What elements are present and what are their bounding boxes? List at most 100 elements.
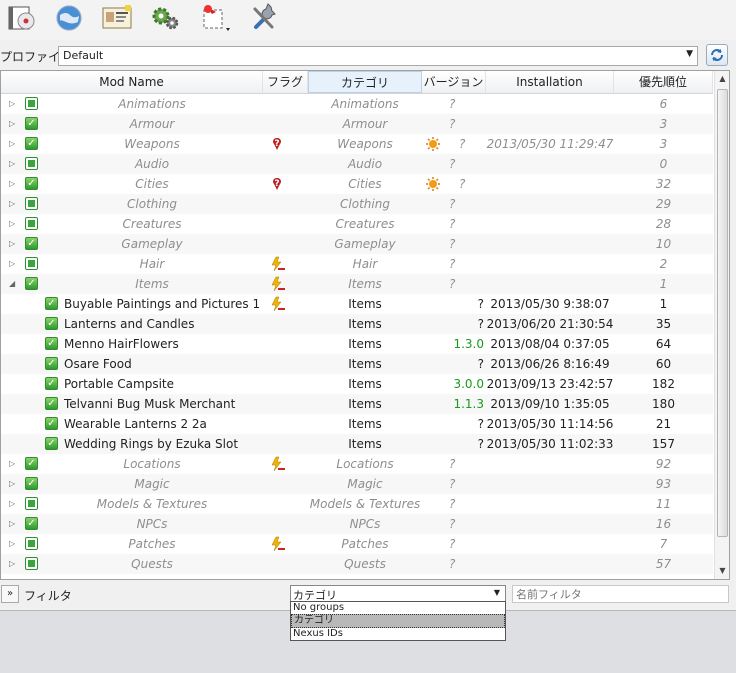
group-by-option[interactable]: No groups (291, 602, 505, 614)
scroll-thumb[interactable] (717, 89, 728, 537)
name-filter-field[interactable] (512, 585, 729, 603)
enable-checkbox[interactable]: ✓ (25, 457, 38, 470)
enable-checkbox[interactable] (25, 157, 38, 170)
enable-checkbox[interactable] (25, 97, 38, 110)
category-group-row[interactable]: ▷ ✓ Gameplay Gameplay? 10 (1, 234, 713, 254)
category-group-row[interactable]: ▷ Clothing Clothing? 29 (1, 194, 713, 214)
enable-checkbox[interactable]: ✓ (45, 297, 58, 310)
enable-checkbox[interactable] (25, 497, 38, 510)
scroll-up-arrow-icon[interactable]: ▲ (715, 71, 729, 87)
expand-arrow-icon[interactable]: ▷ (9, 154, 19, 174)
enable-checkbox[interactable]: ✓ (25, 277, 38, 290)
vertical-scrollbar[interactable]: ▲ ▼ (714, 71, 729, 579)
enable-checkbox[interactable]: ✓ (25, 137, 38, 150)
category-group-row[interactable]: ▷ ✓ Locations Locations? 92 (1, 454, 713, 474)
category-group-row[interactable]: ▷ ✓ Weapons? Weapons? 2013/05/30 11:29:47 3 (1, 134, 713, 154)
expand-arrow-icon[interactable]: ▷ (9, 94, 19, 114)
expand-filter-button[interactable]: » (1, 585, 19, 603)
group-by-option[interactable]: カテゴリ (291, 614, 505, 628)
category-group-row[interactable]: ▷ ✓ Cities? Cities? 32 (1, 174, 713, 194)
expand-arrow-icon[interactable]: ▷ (9, 254, 19, 274)
update-sun-icon[interactable] (425, 176, 441, 192)
expand-arrow-icon[interactable]: ▷ (9, 534, 19, 554)
toolbar (0, 0, 736, 40)
category-group-row[interactable]: ▷ ✓ NPCs NPCs? 16 (1, 514, 713, 534)
mod-row[interactable]: ✓ Telvanni Bug Musk Merchant Items 1.1.3 201… (1, 394, 713, 414)
update-sun-icon[interactable] (425, 136, 441, 152)
expand-arrow-icon[interactable]: ▷ (9, 554, 19, 574)
expand-arrow-icon[interactable]: ▷ (9, 134, 19, 154)
gears-icon[interactable] (148, 2, 182, 34)
enable-checkbox[interactable]: ✓ (25, 177, 38, 190)
mod-row[interactable]: ✓ Lanterns and Candles Items? 2013/06/20 21… (1, 314, 713, 334)
enable-checkbox[interactable]: ✓ (45, 337, 58, 350)
category-group-row[interactable]: ▷ Hair Hair? 2 (1, 254, 713, 274)
mod-row[interactable]: ✓ Portable Campsite Items 3.0.0 2013/09/13 2… (1, 374, 713, 394)
enable-checkbox[interactable] (25, 197, 38, 210)
scroll-down-arrow-icon[interactable]: ▼ (715, 563, 729, 579)
alert-flag-icon[interactable]: ? (269, 176, 285, 192)
category-group-row[interactable]: ▷ ✓ Armour Armour? 3 (1, 114, 713, 134)
column-flag[interactable]: フラグ (263, 71, 308, 93)
expand-arrow-icon[interactable]: ▷ (9, 454, 19, 474)
enable-checkbox[interactable]: ✓ (25, 237, 38, 250)
expand-arrow-icon[interactable]: ▷ (9, 114, 19, 134)
expand-arrow-icon[interactable]: ▷ (9, 174, 19, 194)
install-disk-icon[interactable] (4, 2, 38, 34)
mod-row[interactable]: ✓ Osare Food Items? 2013/06/26 8:16:49 60 (1, 354, 713, 374)
profile-dropdown[interactable]: Default ▼ (58, 46, 698, 66)
expand-arrow-icon[interactable]: ▷ (9, 474, 19, 494)
enable-checkbox[interactable] (25, 257, 38, 270)
enable-checkbox[interactable]: ✓ (45, 377, 58, 390)
enable-checkbox[interactable] (25, 537, 38, 550)
enable-checkbox[interactable]: ✓ (45, 357, 58, 370)
category-group-row[interactable]: ▷ Quests Quests? 57 (1, 554, 713, 574)
enable-checkbox[interactable]: ✓ (25, 477, 38, 490)
expand-arrow-icon[interactable]: ▷ (9, 194, 19, 214)
enable-checkbox[interactable] (25, 557, 38, 570)
enable-checkbox[interactable]: ✓ (45, 317, 58, 330)
category-group-row[interactable]: ▷ ✓ Magic Magic? 93 (1, 474, 713, 494)
enable-checkbox[interactable] (25, 217, 38, 230)
category-group-row[interactable]: ▷ Models & Textures Models & Textures? 11 (1, 494, 713, 514)
name-filter-input[interactable] (513, 586, 724, 602)
enable-checkbox[interactable]: ✓ (45, 417, 58, 430)
expand-arrow-icon[interactable]: ▷ (9, 494, 19, 514)
mod-row[interactable]: ✓ Buyable Paintings and Pictures 1 Items? 2… (1, 294, 713, 314)
enable-checkbox[interactable]: ✓ (45, 397, 58, 410)
category-group-row[interactable]: ▷ Patches Patches? 7 (1, 534, 713, 554)
alert-flag-icon[interactable]: ? (269, 136, 285, 152)
lightning-flag-icon[interactable] (269, 256, 285, 272)
version-cell: ? (449, 217, 456, 231)
enable-checkbox[interactable]: ✓ (25, 517, 38, 530)
mod-row[interactable]: ✓ Wearable Lanterns 2 2a Items? 2013/05/30 … (1, 414, 713, 434)
lightning-flag-icon[interactable] (269, 536, 285, 552)
mod-row[interactable]: ✓ Menno HairFlowers Items 1.3.0 2013/08/04 0… (1, 334, 713, 354)
category-group-row[interactable]: ◢ ✓ Items Items? 1 (1, 274, 713, 294)
column-category[interactable]: カテゴリ (308, 71, 422, 93)
enable-checkbox[interactable]: ✓ (45, 437, 58, 450)
lightning-flag-icon[interactable] (269, 296, 285, 312)
enable-checkbox[interactable]: ✓ (25, 117, 38, 130)
column-priority[interactable]: 優先順位 (614, 71, 713, 93)
group-by-option[interactable]: Nexus IDs (291, 628, 505, 640)
refresh-button[interactable] (706, 44, 728, 66)
category-group-row[interactable]: ▷ Audio Audio? 0 (1, 154, 713, 174)
wrench-screwdriver-icon[interactable] (248, 2, 282, 34)
globe-icon[interactable] (52, 2, 86, 34)
collapse-arrow-icon[interactable]: ◢ (9, 274, 19, 294)
expand-arrow-icon[interactable]: ▷ (9, 214, 19, 234)
column-installation[interactable]: Installation (486, 71, 614, 93)
lightning-flag-icon[interactable] (269, 456, 285, 472)
mod-row[interactable]: ✓ Wedding Rings by Ezuka Slot Items? 2013/0… (1, 434, 713, 454)
expand-arrow-icon[interactable]: ▷ (9, 514, 19, 534)
column-version[interactable]: バージョン (422, 71, 486, 93)
lightning-flag-icon[interactable] (269, 276, 285, 292)
category-group-row[interactable]: ▷ Animations Animations? 6 (1, 94, 713, 114)
profile-card-icon[interactable] (100, 2, 134, 34)
svg-text:?: ? (274, 179, 279, 189)
category-group-row[interactable]: ▷ Creatures Creatures? 28 (1, 214, 713, 234)
tools-menu-icon[interactable] (198, 2, 232, 34)
column-mod-name[interactable]: Mod Name (1, 71, 263, 93)
expand-arrow-icon[interactable]: ▷ (9, 234, 19, 254)
